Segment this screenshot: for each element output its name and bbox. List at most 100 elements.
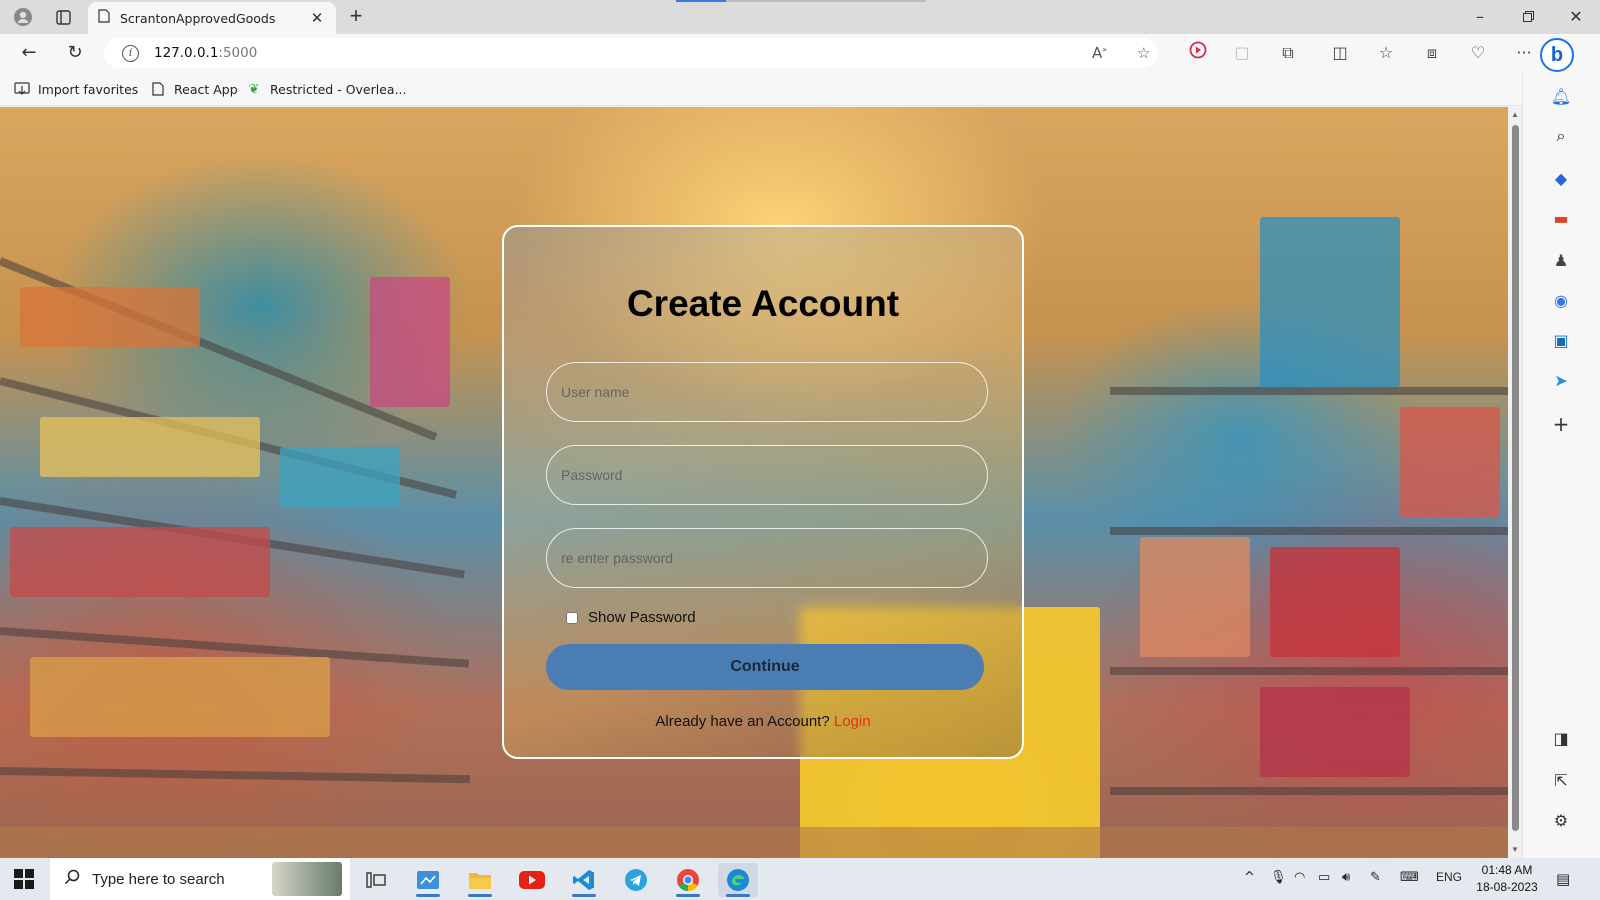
scrollbar-thumb[interactable] [1512,125,1519,831]
shopping-tag-icon[interactable]: ◆ [1549,166,1573,190]
battery-icon[interactable]: ▭ [1318,870,1330,885]
url-text: 127.0.0.1:5000 [154,45,258,61]
read-aloud-icon[interactable]: A» [1092,44,1107,62]
password-input[interactable] [546,445,988,505]
scroll-down-arrow[interactable]: ▼ [1510,845,1520,854]
microsoft-365-icon[interactable]: ◉ [1549,288,1573,312]
minimize-button[interactable]: – [1468,6,1492,28]
new-tab-button[interactable]: + [344,5,368,27]
collections-icon[interactable]: ⧈ [1420,41,1444,65]
reenter-password-input[interactable] [546,528,988,588]
chrome-icon[interactable] [668,863,708,897]
running-indicator [572,894,596,897]
navigation-bar: ← ↻ i 127.0.0.1:5000 A» ☆ ▢ ⧉ ◫ ☆ ⧈ ♡ ··… [0,34,1600,72]
microphone-icon[interactable]: 🎙︎ [1270,870,1287,885]
vscode-icon[interactable] [564,863,604,897]
file-explorer-icon[interactable] [460,863,500,897]
notifications-icon[interactable]: ▤ [1556,870,1570,888]
loading-indicator [676,0,726,2]
import-icon [14,81,30,97]
shelf [0,767,470,784]
tab-actions-icon[interactable] [52,6,74,28]
show-password-label[interactable]: Show Password [588,609,696,626]
profile-icon[interactable] [12,6,34,28]
site-info-icon[interactable]: i [122,44,139,62]
back-button[interactable]: ← [16,41,42,65]
page-icon [150,81,166,97]
close-window-button[interactable]: ✕ [1564,6,1588,28]
bing-copilot-icon[interactable]: b [1540,38,1574,72]
sidebar-settings-gear-icon[interactable]: ⚙ [1549,808,1573,832]
taskbar-search-box[interactable]: Type here to search [50,858,350,900]
show-password-checkbox[interactable] [566,611,578,624]
shelf-goods [1260,217,1400,387]
favorites-bar: Import favorites React App ❦ Restricted … [0,72,1600,106]
open-in-window-icon[interactable]: ⇱ [1549,768,1573,792]
shelf-goods [20,287,200,347]
system-clock[interactable]: 01:48 AM 18-08-2023 [1472,862,1542,896]
title-bar: ScrantonApprovedGoods ✕ + – ✕ [0,0,1600,34]
outlook-icon[interactable]: ▣ [1549,328,1573,352]
shelf-goods [1260,687,1410,777]
search-icon[interactable]: ⌕ [1549,124,1573,148]
refresh-button[interactable]: ↻ [62,41,88,65]
login-prompt-row: Already have an Account? Login [504,713,1022,730]
task-view-icon[interactable] [356,863,396,897]
page-icon [98,8,110,28]
windows-start-icon[interactable] [14,869,34,889]
login-link[interactable]: Login [834,713,871,730]
shelf [1110,527,1510,535]
login-prompt-text: Already have an Account? [655,713,830,730]
notifications-bell-icon[interactable]: 🔔︎ [1549,84,1573,108]
extension-disabled-icon[interactable]: ▢ [1230,41,1254,65]
telegram-icon[interactable] [616,863,656,897]
search-icon [64,869,80,890]
continue-button[interactable]: Continue [546,644,984,690]
whiteboard-app-icon[interactable] [408,863,448,897]
fav-import-favorites[interactable]: Import favorites [14,79,138,99]
search-highlight-art [272,862,342,896]
more-options-icon[interactable]: ··· [1512,41,1536,65]
tools-toolbox-icon[interactable]: ▬ [1549,206,1573,230]
extensions-icon[interactable]: ⧉ [1276,41,1300,65]
create-account-card: Create Account Show Password Continue Al… [502,225,1024,759]
add-sidebar-app-icon[interactable]: + [1549,412,1573,436]
favorites-icon[interactable]: ☆ [1374,41,1398,65]
shelf-goods [1270,547,1400,657]
username-input[interactable] [546,362,988,422]
youtube-icon[interactable] [512,863,552,897]
media-record-icon[interactable] [1186,41,1210,65]
floor [0,827,1522,858]
games-icon[interactable]: ♟ [1549,248,1573,272]
scroll-up-arrow[interactable]: ▲ [1510,110,1520,119]
close-tab-icon[interactable]: ✕ [308,9,326,27]
favorite-star-icon[interactable]: ☆ [1137,44,1150,62]
split-screen-icon[interactable]: ◫ [1328,41,1352,65]
edge-icon[interactable] [718,863,758,897]
browser-essentials-icon[interactable]: ♡ [1466,41,1490,65]
shelf-goods [1400,407,1500,517]
shelf [1110,387,1510,395]
address-bar[interactable]: i 127.0.0.1:5000 A» ☆ [104,38,1158,68]
loading-track [726,0,926,2]
input-language[interactable]: ENG [1436,870,1462,884]
edge-sidebar: 🔔︎ ⌕ ◆ ▬ ♟ ◉ ▣ ➤ + ◨ ⇱ ⚙ [1522,72,1600,858]
restore-button[interactable] [1516,6,1540,28]
tab-active[interactable]: ScrantonApprovedGoods ✕ [88,2,336,34]
clock-date: 18-08-2023 [1476,880,1538,894]
hide-sidebar-icon[interactable]: ◨ [1549,726,1573,750]
running-indicator [676,894,700,897]
shelf-goods [1140,537,1250,657]
volume-icon[interactable]: 🔊︎ [1342,870,1350,885]
show-hidden-icons-chevron[interactable]: ^ [1244,870,1255,885]
drop-send-icon[interactable]: ➤ [1549,368,1573,392]
fav-overleaf[interactable]: ❦ Restricted - Overlea... [246,79,407,99]
page-scrollbar[interactable]: ▲ ▼ [1508,107,1522,858]
fav-react-app[interactable]: React App [150,79,238,99]
shelf [1110,667,1510,675]
overleaf-leaf-icon: ❦ [248,81,260,97]
wifi-icon[interactable]: ◠ [1294,870,1305,885]
tab-title: ScrantonApprovedGoods [120,10,276,26]
pen-menu-icon[interactable]: ✎ [1370,870,1381,885]
touch-keyboard-icon[interactable]: ⌨ [1400,870,1419,885]
